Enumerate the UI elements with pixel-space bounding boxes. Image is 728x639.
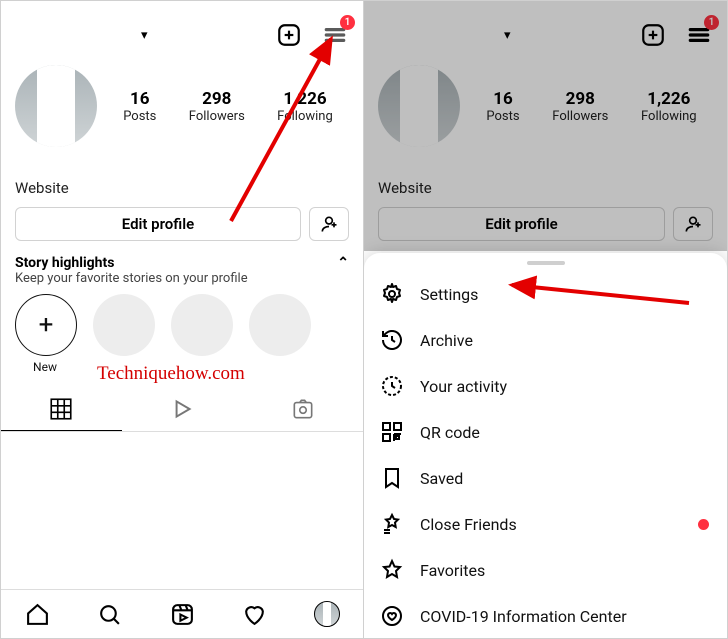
menu-label: Settings [420, 285, 478, 304]
menu-favorites[interactable]: Favorites [364, 547, 727, 593]
profile-header-dimmed: ▾ 1 [364, 1, 727, 55]
profile-tabs [1, 388, 363, 432]
menu-saved[interactable]: Saved [364, 455, 727, 501]
menu-close-friends[interactable]: Close Friends [364, 501, 727, 547]
discover-people-button [673, 207, 713, 241]
highlight-placeholder [93, 294, 153, 374]
display-name-redacted [15, 157, 95, 173]
nav-search-icon[interactable] [73, 590, 145, 638]
menu-label: Archive [420, 331, 473, 350]
menu-label: Close Friends [420, 515, 517, 534]
tab-grid[interactable] [1, 388, 122, 431]
right-phone: ▾ 1 16Posts [364, 1, 727, 638]
notification-dot [698, 519, 709, 530]
stat-posts[interactable]: 16 Posts [123, 89, 156, 124]
menu-label: QR code [420, 423, 480, 442]
menu-activity[interactable]: Your activity [364, 363, 727, 409]
nav-profile-icon[interactable] [291, 590, 363, 638]
highlight-placeholder [249, 294, 309, 374]
gear-icon [380, 282, 404, 306]
username-redacted [15, 24, 135, 46]
history-icon [380, 328, 404, 352]
menu-badge: 1 [704, 15, 719, 30]
discover-people-button[interactable] [309, 207, 349, 241]
create-button [639, 21, 667, 49]
bio: Website [1, 153, 363, 197]
highlight-new-button[interactable]: + New [15, 294, 75, 374]
sheet-grabber[interactable] [527, 261, 565, 265]
menu-label: Your activity [420, 377, 507, 396]
heart-circle-icon [380, 604, 404, 628]
nav-home-icon[interactable] [1, 590, 73, 638]
bookmark-icon [380, 466, 404, 490]
stat-following[interactable]: 1,226 Following [277, 89, 333, 124]
watermark: Techniquehow.com [97, 363, 245, 385]
hamburger-menu-button: 1 [685, 21, 713, 49]
website-link[interactable]: Website [15, 179, 349, 197]
highlights-title: Story highlights [15, 255, 114, 271]
chevron-down-icon[interactable]: ▾ [141, 28, 148, 43]
username-redacted [378, 24, 498, 46]
bottom-nav [1, 589, 363, 638]
chevron-down-icon: ▾ [504, 28, 511, 43]
hamburger-menu-button[interactable]: 1 [321, 21, 349, 49]
highlights-collapse-icon[interactable]: ⌃ [337, 255, 349, 271]
tab-tagged[interactable] [242, 388, 363, 430]
left-phone: ▾ 1 [1, 1, 364, 638]
highlights-subtitle: Keep your favorite stories on your profi… [1, 271, 363, 294]
create-button[interactable] [275, 21, 303, 49]
nav-reels-icon[interactable] [146, 590, 218, 638]
stat-followers[interactable]: 298 Followers [189, 89, 245, 124]
close-friends-icon [380, 512, 404, 536]
profile-row: 16 Posts 298 Followers 1,226 Following [1, 55, 363, 153]
edit-profile-button[interactable]: Edit profile [15, 207, 301, 241]
menu-qr[interactable]: QR code [364, 409, 727, 455]
menu-settings[interactable]: Settings [364, 271, 727, 317]
profile-header: ▾ 1 [1, 1, 363, 55]
clock-icon [380, 374, 404, 398]
profile-avatar[interactable] [15, 65, 97, 147]
star-icon [380, 558, 404, 582]
tab-reels[interactable] [122, 388, 243, 430]
qr-icon [380, 420, 404, 444]
edit-profile-button: Edit profile [378, 207, 665, 241]
menu-label: COVID-19 Information Center [420, 607, 627, 626]
menu-label: Favorites [420, 561, 485, 580]
highlight-placeholder [171, 294, 231, 374]
menu-badge: 1 [340, 15, 355, 30]
nav-activity-icon[interactable] [218, 590, 290, 638]
menu-archive[interactable]: Archive [364, 317, 727, 363]
menu-label: Saved [420, 469, 463, 488]
menu-covid[interactable]: COVID-19 Information Center [364, 593, 727, 638]
menu-sheet: Settings Archive Your activity QR code [364, 253, 727, 638]
website-link: Website [378, 179, 713, 197]
